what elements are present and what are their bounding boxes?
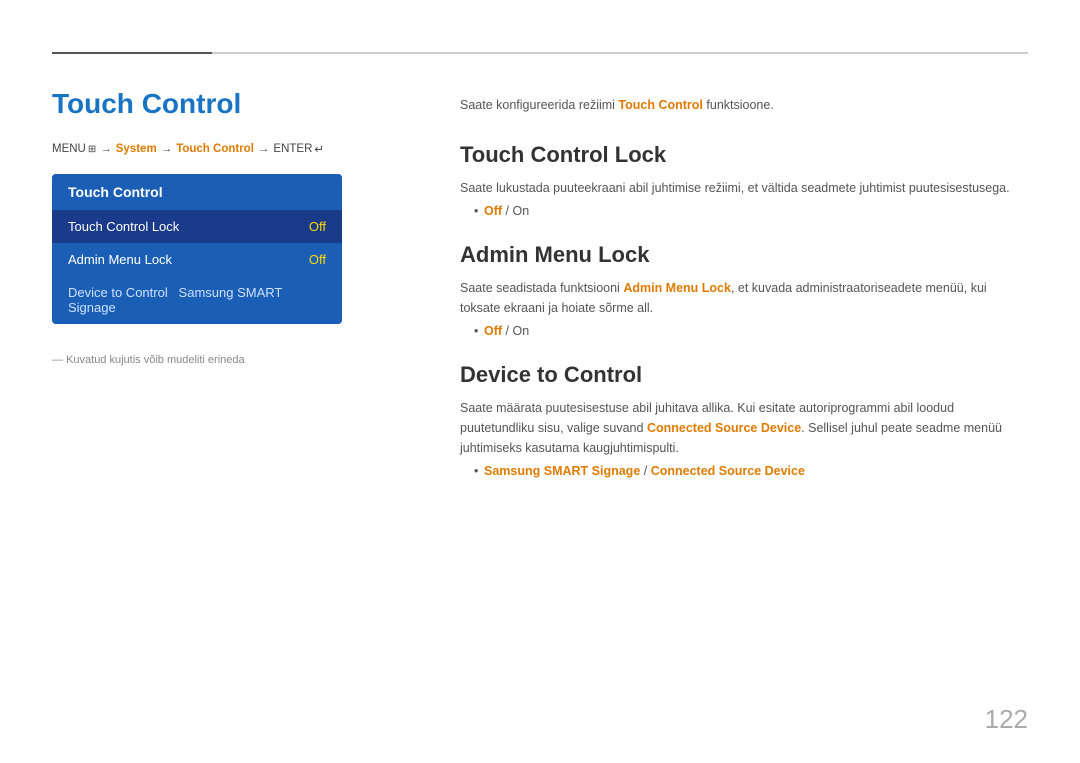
admin-menu-lock-title: Admin Menu Lock [460,242,1028,268]
touch-control-lock-value: Off [309,219,326,234]
slash-1: / [506,204,513,218]
enter-icon: ↵ [314,142,324,156]
left-column: Touch Control MENU ⊞ → System → Touch Co… [52,70,432,366]
admin-menu-lock-body: Saate seadistada funktsiooni Admin Menu … [460,278,1028,318]
page-title: Touch Control [52,88,432,120]
admin-menu-lock-bullets: Off / On [474,324,1028,338]
arrow-3: → [258,143,270,155]
off-label-1: Off [484,204,502,218]
intro-text-orange: Touch Control [618,98,702,112]
touch-control-lock-bullets: Off / On [474,204,1028,218]
arrow-1: → [100,143,112,155]
menu-item-admin-menu-lock[interactable]: Admin Menu Lock Off [52,243,342,276]
device-to-control-bullets: Samsung SMART Signage / Connected Source… [474,464,1028,478]
admin-menu-lock-value: Off [309,252,326,267]
device-to-control-title: Device to Control [460,362,1028,388]
system-label: System [116,143,157,155]
right-column: Saate konfigureerida režiimi Touch Contr… [460,70,1028,502]
touch-control-lock-bullet: Off / On [474,204,1028,218]
connected-source-device-label: Connected Source Device [651,464,805,478]
connected-source-device-inline: Connected Source Device [647,421,801,435]
menu-box: Touch Control Touch Control Lock Off Adm… [52,174,342,324]
intro-text-start: Saate konfigureerida režiimi [460,98,618,112]
device-to-control-label: Device to Control Samsung SMART Signage [68,285,326,315]
menu-box-header: Touch Control [52,174,342,210]
menu-item-device-to-control[interactable]: Device to Control Samsung SMART Signage [52,276,342,324]
touch-control-lock-body: Saate lukustada puuteekraani abil juhtim… [460,178,1028,198]
touch-control-lock-label: Touch Control Lock [68,219,179,234]
section-device-to-control: Device to Control Saate määrata puutesis… [460,362,1028,478]
footnote: Kuvatud kujutis võib mudeliti erineda [52,354,432,366]
off-label-2: Off [484,324,502,338]
on-label-2: On [513,324,530,338]
touch-control-breadcrumb: Touch Control [176,143,254,155]
bullet-slash: / [644,464,651,478]
arrow-2: → [161,143,173,155]
menu-item-touch-control-lock[interactable]: Touch Control Lock Off [52,210,342,243]
top-line-accent [52,52,212,54]
on-label-1: On [513,204,530,218]
section-admin-menu-lock: Admin Menu Lock Saate seadistada funktsi… [460,242,1028,338]
intro-text: Saate konfigureerida režiimi Touch Contr… [460,98,1028,112]
enter-label: ENTER [273,143,312,155]
device-to-control-body: Saate määrata puutesisestuse abil juhita… [460,398,1028,458]
touch-control-lock-title: Touch Control Lock [460,142,1028,168]
admin-menu-lock-bullet: Off / On [474,324,1028,338]
menu-icon: ⊞ [88,144,96,155]
menu-path: MENU ⊞ → System → Touch Control → ENTER … [52,142,432,156]
device-to-control-bullet: Samsung SMART Signage / Connected Source… [474,464,1028,478]
intro-text-end: funktsioone. [706,98,773,112]
menu-label: MENU [52,143,86,155]
section-touch-control-lock: Touch Control Lock Saate lukustada puute… [460,142,1028,218]
page-number: 122 [985,704,1028,735]
admin-menu-lock-orange: Admin Menu Lock [623,281,731,295]
admin-menu-lock-label: Admin Menu Lock [68,252,172,267]
slash-2: / [506,324,513,338]
samsung-smart-signage-label: Samsung SMART Signage [484,464,640,478]
